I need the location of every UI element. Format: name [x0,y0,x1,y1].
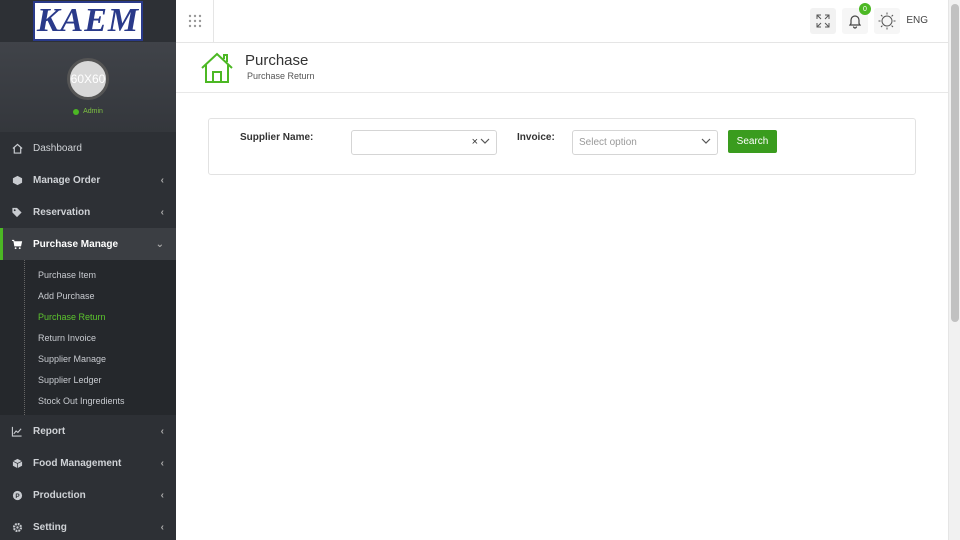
sidebar-nav-lower: Report ‹ Food Management ‹ P Production … [0,415,176,540]
language-selector[interactable]: ENG [906,15,928,26]
chevron-left-icon: ‹ [160,206,164,218]
chevron-left-icon: ‹ [160,521,164,533]
filter-panel: Supplier Name: × Invoice: Select option … [208,118,916,175]
sidebar-item-label: Purchase Manage [33,238,119,250]
home-icon [10,141,24,155]
chevron-down-icon [480,136,490,149]
invoice-select[interactable]: Select option [572,130,718,155]
sidebar-item-reservation[interactable]: Reservation ‹ [0,196,176,228]
theme-toggle-button[interactable] [874,8,900,34]
chevron-down-icon [701,136,711,149]
role-label: Admin [83,108,103,115]
sidebar-item-label: Food Management [33,457,122,469]
home-icon [201,52,233,83]
user-role: Admin [73,108,103,115]
brand-logo[interactable]: KAEM [33,1,143,41]
sidebar-item-setting[interactable]: Setting ‹ [0,511,176,540]
expand-icon [816,14,830,28]
page-subtitle: Purchase Return [247,71,315,81]
online-status-icon [73,108,80,115]
submenu-item-add-purchase[interactable]: Add Purchase [0,285,176,306]
cube-icon [10,173,24,187]
chevron-left-icon: ‹ [160,174,164,186]
sidebar-item-dashboard[interactable]: Dashboard [0,132,176,164]
apps-grid-icon[interactable] [176,0,214,42]
supplier-name-select[interactable]: × [351,130,497,155]
brand-logo-text: KAEM [36,2,140,39]
invoice-label: Invoice: [517,132,555,143]
topbar: 0 ENG [176,0,948,43]
submenu-item-purchase-item[interactable]: Purchase Item [0,264,176,285]
submenu-item-stock-out-ingredients[interactable]: Stock Out Ingredients [0,390,176,411]
chevron-left-icon: ‹ [160,457,164,469]
page-scrollbar[interactable] [948,0,960,540]
sidebar-item-label: Production [33,489,86,501]
submenu-item-purchase-return[interactable]: Purchase Return [0,306,176,327]
invoice-placeholder: Select option [579,137,637,148]
sun-icon [878,12,896,30]
sidebar-item-label: Manage Order [33,174,101,186]
page-header: Purchase Purchase Return [176,43,948,93]
sidebar-item-label: Reservation [33,206,91,218]
submenu-item-supplier-ledger[interactable]: Supplier Ledger [0,369,176,390]
sidebar-nav: Dashboard Manage Order ‹ Reservation ‹ P… [0,132,176,260]
line-chart-icon [10,424,24,438]
box-icon [10,456,24,470]
chevron-left-icon: ‹ [160,425,164,437]
tags-icon [10,205,24,219]
production-icon: P [10,488,24,502]
sidebar-item-manage-order[interactable]: Manage Order ‹ [0,164,176,196]
chevron-left-icon: ‹ [160,489,164,501]
page-title: Purchase [245,52,309,69]
clear-icon[interactable]: × [472,136,478,148]
cart-icon [10,237,24,251]
chevron-down-icon: ⌄ [155,238,164,250]
search-button[interactable]: Search [728,130,777,153]
scrollbar-thumb[interactable] [951,4,959,322]
bell-icon [848,15,862,29]
fullscreen-button[interactable] [810,8,836,34]
supplier-name-label: Supplier Name: [240,132,314,143]
sidebar-item-production[interactable]: P Production ‹ [0,479,176,511]
sidebar: KAEM 60X60 Admin Dashboard Manage Order … [0,0,176,540]
avatar[interactable]: 60X60 [67,58,109,100]
notification-count-badge: 0 [859,3,871,15]
purchase-submenu: Purchase Item Add Purchase Purchase Retu… [0,260,176,415]
sidebar-item-food-management[interactable]: Food Management ‹ [0,447,176,479]
sidebar-item-label: Dashboard [33,142,82,154]
svg-text:P: P [15,492,20,499]
sidebar-item-report[interactable]: Report ‹ [0,415,176,447]
user-profile: 60X60 Admin [0,42,176,132]
gear-icon [10,520,24,534]
submenu-item-return-invoice[interactable]: Return Invoice [0,327,176,348]
logo-area: KAEM [0,0,176,42]
sidebar-item-label: Setting [33,521,67,533]
sidebar-item-label: Report [33,425,66,437]
sidebar-item-purchase-manage[interactable]: Purchase Manage ⌄ [0,228,176,260]
submenu-item-supplier-manage[interactable]: Supplier Manage [0,348,176,369]
notifications-button[interactable]: 0 [842,3,871,34]
